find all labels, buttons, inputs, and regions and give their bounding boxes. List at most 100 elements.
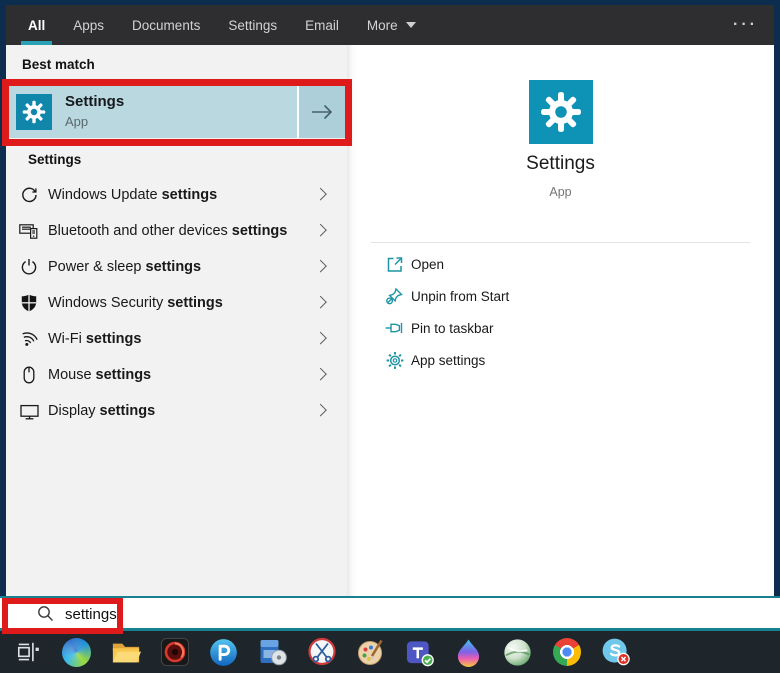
power-sleep-icon xyxy=(18,256,40,278)
bluetooth-devices-icon xyxy=(18,220,40,242)
result-bluetooth-devices-settings[interactable]: Bluetooth and other devicessettings xyxy=(6,213,347,249)
folder-icon xyxy=(111,640,141,665)
teams-icon xyxy=(405,638,434,667)
tab-more[interactable]: More xyxy=(353,5,430,45)
result-text: Power & sleep xyxy=(48,259,142,275)
chevron-right-icon[interactable] xyxy=(314,296,327,309)
chevron-right-icon[interactable] xyxy=(314,404,327,417)
divider xyxy=(371,242,750,243)
app-title: Settings xyxy=(347,153,774,175)
app-subtitle: App xyxy=(347,185,774,199)
chevron-right-icon[interactable] xyxy=(314,332,327,345)
result-display-settings[interactable]: Displaysettings xyxy=(6,393,347,429)
paint-palette-icon xyxy=(356,637,386,667)
result-text: Windows Security xyxy=(48,295,163,311)
windows-security-icon xyxy=(18,292,40,314)
result-wifi-settings[interactable]: Wi-Fisettings xyxy=(6,321,347,357)
p-logo-icon xyxy=(209,638,238,667)
taskbar-icon-software-disc-app[interactable] xyxy=(248,631,297,673)
action-label: Open xyxy=(411,257,444,272)
tab-documents[interactable]: Documents xyxy=(118,5,214,45)
taskbar-icon-network-globe-app[interactable] xyxy=(493,631,542,673)
taskbar xyxy=(0,631,780,673)
taskbar-icon-paint-3d[interactable] xyxy=(444,631,493,673)
result-bold-text: settings xyxy=(86,331,142,347)
start-icon xyxy=(15,639,41,665)
result-bold-text: settings xyxy=(100,403,156,419)
taskbar-icon-p-blue-app[interactable] xyxy=(199,631,248,673)
taskbar-icon-file-explorer[interactable] xyxy=(101,631,150,673)
best-match-result[interactable]: Settings App xyxy=(9,86,345,138)
best-match-title: Settings xyxy=(65,93,124,110)
chrome-icon xyxy=(553,638,581,666)
result-bold-text: settings xyxy=(96,367,152,383)
chevron-right-icon[interactable] xyxy=(314,224,327,237)
action-unpin-from-start[interactable]: Unpin from Start xyxy=(347,280,774,312)
result-power-sleep-settings[interactable]: Power & sleepsettings xyxy=(6,249,347,285)
taskbar-icon-microsoft-edge[interactable] xyxy=(52,631,101,673)
result-windows-security-settings[interactable]: Windows Securitysettings xyxy=(6,285,347,321)
action-label: App settings xyxy=(411,353,485,368)
search-icon xyxy=(36,604,55,623)
taskbar-icon-paint-palette-app[interactable] xyxy=(346,631,395,673)
window-border-right xyxy=(774,5,780,596)
software-box-disc-icon xyxy=(258,637,288,667)
action-open[interactable]: Open xyxy=(347,248,774,280)
result-text: Mouse xyxy=(48,367,92,383)
result-bold-text: settings xyxy=(167,295,223,311)
mouse-icon xyxy=(18,364,40,386)
overflow-menu-button[interactable]: ··· xyxy=(733,5,758,45)
result-mouse-settings[interactable]: Mousesettings xyxy=(6,357,347,393)
action-app-settings[interactable]: App settings xyxy=(347,344,774,376)
action-label: Unpin from Start xyxy=(411,289,509,304)
chevron-right-icon[interactable] xyxy=(314,368,327,381)
taskbar-icon-red-media-app[interactable] xyxy=(150,631,199,673)
skype-offline-icon xyxy=(601,637,631,667)
tab-all[interactable]: All xyxy=(14,5,59,45)
taskbar-icon-scissors-app[interactable] xyxy=(297,631,346,673)
search-results-panel: Best match Settings App Settings xyxy=(6,45,347,596)
tab-settings[interactable]: Settings xyxy=(214,5,291,45)
chevron-right-icon[interactable] xyxy=(314,188,327,201)
paint-3d-drop-icon xyxy=(455,638,482,667)
arrow-right-icon xyxy=(310,104,334,120)
ellipsis-icon: ··· xyxy=(733,16,758,34)
tab-email[interactable]: Email xyxy=(291,5,353,45)
unpin-from-start-icon xyxy=(384,286,405,307)
app-settings-gear-icon xyxy=(384,350,405,371)
result-bold-text: settings xyxy=(146,259,202,275)
edge-browser-icon xyxy=(62,638,91,667)
expand-result-button[interactable] xyxy=(297,86,345,138)
settings-gear-icon xyxy=(16,94,52,130)
open-icon xyxy=(384,254,405,275)
taskbar-icon-microsoft-teams[interactable] xyxy=(395,631,444,673)
action-pin-to-taskbar[interactable]: Pin to taskbar xyxy=(347,312,774,344)
taskbar-icon-google-chrome[interactable] xyxy=(542,631,591,673)
result-text: Display xyxy=(48,403,96,419)
chevron-right-icon[interactable] xyxy=(314,260,327,273)
best-match-header: Best match xyxy=(22,57,95,72)
app-actions-list: Open Unpin from Start Pin xyxy=(347,248,774,376)
scissors-icon xyxy=(307,637,337,667)
taskbar-icon-start[interactable] xyxy=(3,631,52,673)
red-swirl-icon xyxy=(160,637,190,667)
wifi-icon xyxy=(18,328,40,350)
result-text: Bluetooth and other devices xyxy=(48,223,228,239)
search-input[interactable]: settings xyxy=(0,596,780,631)
settings-section-header: Settings xyxy=(28,152,81,167)
result-windows-update-settings[interactable]: Windows Updatesettings xyxy=(6,177,347,213)
taskbar-icon-skype[interactable] xyxy=(591,631,640,673)
result-bold-text: settings xyxy=(162,187,218,203)
result-text: Wi-Fi xyxy=(48,331,82,347)
pin-to-taskbar-icon xyxy=(384,318,405,339)
action-label: Pin to taskbar xyxy=(411,321,494,336)
settings-results-list: Windows Updatesettings Bluetooth and oth… xyxy=(6,177,347,429)
search-filter-tabbar: All Apps Documents Settings Email More ·… xyxy=(6,5,774,45)
settings-gear-icon xyxy=(529,80,593,144)
result-preview-panel: Settings App Open Unp xyxy=(347,45,774,596)
text-cursor xyxy=(118,604,120,622)
globe-icon xyxy=(503,638,532,667)
result-text: Windows Update xyxy=(48,187,158,203)
tab-apps[interactable]: Apps xyxy=(59,5,118,45)
windows-update-icon xyxy=(18,184,40,206)
